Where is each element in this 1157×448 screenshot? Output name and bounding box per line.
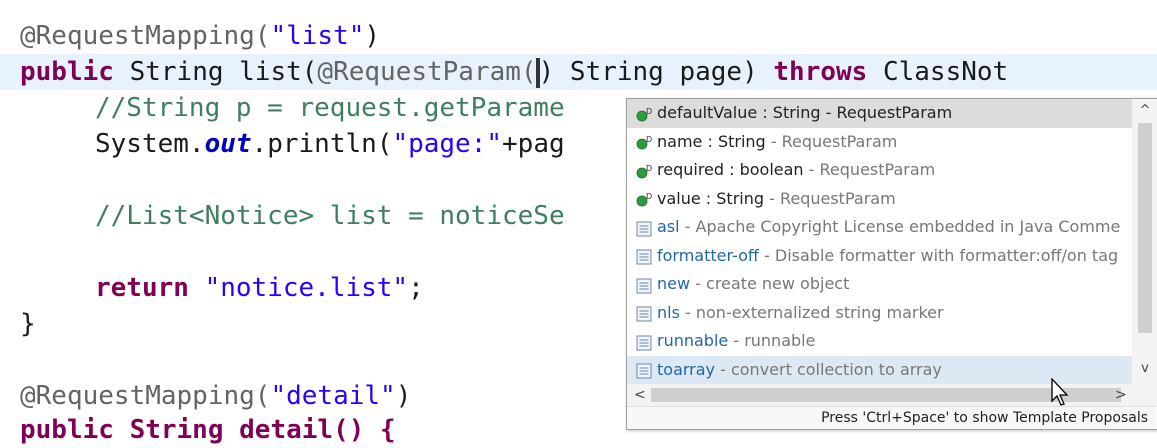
proposal-name: required : boolean [657,160,804,179]
string-literal: "list" [270,21,365,51]
code-line-2: public String list(@RequestParam() Strin… [20,54,1008,90]
field-icon: D [635,161,655,178]
horizontal-scrollbar[interactable]: < > [627,384,1157,406]
proposal-item[interactable]: Drequired : boolean - RequestParam [627,156,1132,185]
scroll-left-arrow-icon[interactable]: < [634,387,646,403]
code-line-1: @RequestMapping("list") [20,18,380,54]
keyword-public: public [20,57,114,87]
paren: ) [395,381,412,411]
svg-text:D: D [646,135,652,144]
proposal-name: value : String [657,188,765,208]
proposal-list[interactable]: DdefaultValue : String - RequestParam Dna… [627,99,1132,384]
code-text: System. [95,129,205,159]
annotation: @RequestParam( [317,57,537,87]
field-icon: D [635,132,655,150]
scroll-up-arrow-icon[interactable]: ^ [1138,103,1152,119]
comment: //List<Notice> list = noticeSe [95,201,565,231]
proposal-description: - RequestParam [764,188,896,208]
proposal-name: nls [657,302,680,322]
scroll-right-arrow-icon[interactable]: > [1115,387,1127,403]
field-icon: D [635,189,655,207]
keyword-return: return [95,273,189,303]
vertical-scrollbar[interactable]: ^ v [1132,99,1157,384]
paren: ) [364,21,381,51]
content-assist-popup[interactable]: DdefaultValue : String - RequestParam Dna… [626,98,1157,430]
template-icon [635,218,655,236]
proposal-item[interactable]: asl - Apache Copyright License embedded … [627,213,1132,242]
svg-text:D: D [646,192,652,201]
code-text: String list( [113,57,318,87]
keyword-throws: throws [773,57,868,87]
proposal-name: toarray [657,359,716,379]
proposal-item[interactable]: formatter-off - Disable formatter with f… [627,242,1132,271]
template-proposals-hint: Press 'Ctrl+Space' to show Template Prop… [627,406,1156,429]
keyword-public: public String detail() { [20,415,396,445]
proposal-item[interactable]: runnable - runnable [627,327,1132,356]
semicolon: ; [408,273,424,303]
template-icon [635,332,655,350]
proposal-item[interactable]: DdefaultValue : String - RequestParam [627,99,1132,128]
code-line-9: public String detail() { [20,412,396,448]
code-line-6: return "notice.list"; [95,270,424,306]
mouse-pointer-icon [1051,378,1069,406]
proposal-item[interactable]: Dvalue : String - RequestParam [627,185,1132,214]
string-literal: "notice.list" [204,273,409,303]
template-icon [635,303,655,322]
proposal-description: - RequestParam [803,160,936,179]
template-icon [635,275,655,293]
field-icon: D [635,104,655,121]
annotation: @RequestMapping( [20,21,271,51]
static-field: out [204,129,252,159]
scroll-down-arrow-icon[interactable]: v [1138,361,1152,377]
string-literal: "detail" [270,381,396,411]
proposal-item[interactable]: nls - non-externalized string marker [627,299,1132,328]
svg-text:D: D [646,164,652,173]
proposal-item[interactable]: new - create new object [627,270,1132,299]
proposal-description: - create new object [690,274,850,293]
proposal-name: runnable [657,331,729,350]
proposal-name: asl [657,217,680,236]
proposal-description: - runnable [728,331,816,350]
code-line-4: System.out.println("page:"+pag [95,126,565,162]
proposal-description: - Disable formatter with formatter:off/o… [758,245,1119,265]
code-text: .println( [251,129,393,159]
code-text: +pag [502,129,565,159]
template-icon [635,246,655,265]
svg-text:D: D [646,107,652,116]
code-line-7: } [20,306,36,342]
code-text: String page) [554,57,774,87]
proposal-item[interactable]: Dname : String - RequestParam [627,128,1132,157]
code-line-8: @RequestMapping("detail") [20,378,411,414]
proposal-name: formatter-off [657,245,759,265]
proposal-name: defaultValue : String [657,103,821,122]
template-icon [635,360,655,379]
comment: //String p = request.getParame [95,93,565,123]
string-literal: "page:" [392,129,503,159]
proposal-description: - RequestParam [765,131,898,151]
paren: ) [538,57,555,87]
annotation: @RequestMapping( [20,381,271,411]
code-line-3: //String p = request.getParame [95,90,565,126]
proposal-description: - non-externalized string marker [679,302,944,322]
closing-brace: } [20,309,36,339]
code-text: ClassNot [867,57,1009,87]
proposal-name: name : String [657,131,766,151]
code-line-5: //List<Notice> list = noticeSe [95,198,565,234]
proposal-name: new [657,274,691,293]
vertical-scroll-thumb[interactable] [1138,123,1152,333]
proposal-description: - RequestParam [820,103,953,122]
proposal-description: - convert collection to array [715,359,942,379]
proposal-description: - Apache Copyright License embedded in J… [679,217,1121,236]
